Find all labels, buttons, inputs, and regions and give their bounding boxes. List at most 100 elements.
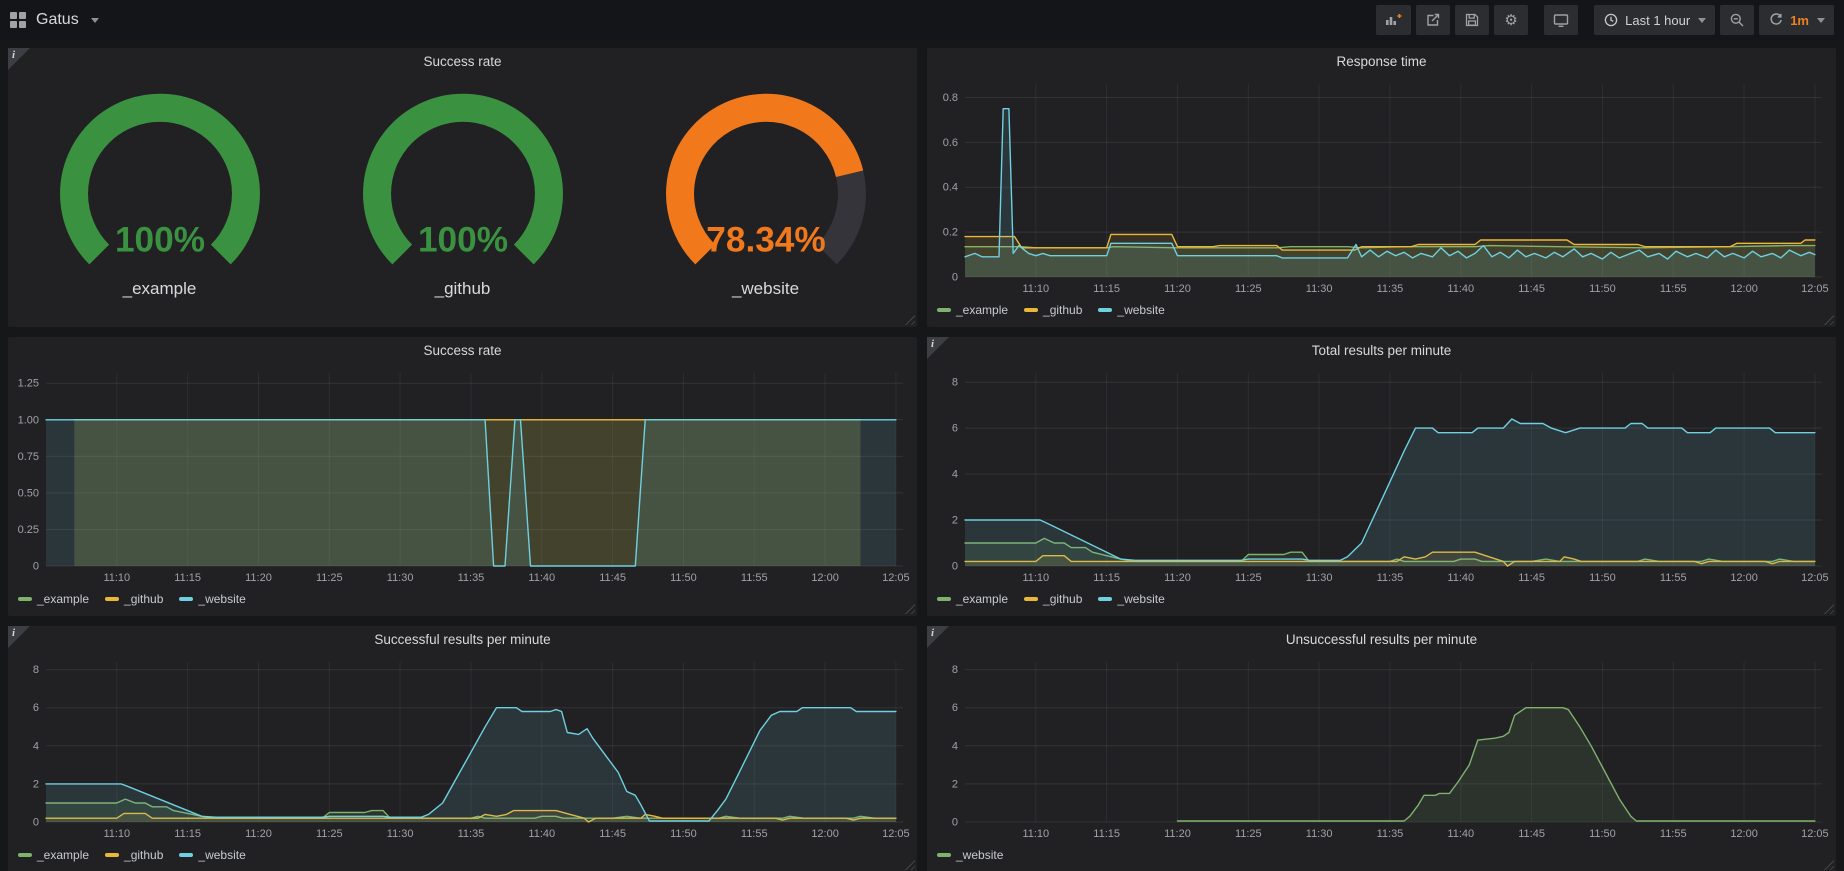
refresh-interval-label: 1m: [1790, 13, 1809, 28]
y-tick-label: 0.25: [18, 524, 39, 536]
x-tick-label: 11:40: [1447, 283, 1474, 295]
legend-item-website[interactable]: _website: [1098, 592, 1164, 606]
panel-success-rate-gauges: i Success rate 100%_example100%_github78…: [8, 48, 917, 327]
y-tick-label: 1.25: [18, 378, 39, 390]
chart-area[interactable]: 11:1011:1511:2011:2511:3011:3511:4011:45…: [8, 365, 917, 588]
x-tick-label: 11:35: [458, 572, 485, 584]
chevron-down-icon[interactable]: [91, 18, 99, 23]
legend-swatch: [179, 853, 193, 857]
refresh-button[interactable]: 1m: [1759, 5, 1834, 35]
tv-monitor-icon: [1553, 12, 1569, 28]
time-range-label: Last 1 hour: [1625, 13, 1690, 28]
legend-item-github[interactable]: _github: [105, 848, 163, 862]
panel-title[interactable]: Unsuccessful results per minute: [927, 626, 1836, 654]
panel-title[interactable]: Success rate: [8, 337, 917, 365]
panel-success-rate: i Success rate 11:1011:1511:2011:2511:30…: [8, 337, 917, 616]
x-tick-label: 11:55: [1660, 283, 1687, 295]
gauge-arc: 100%: [318, 88, 608, 285]
chart-area[interactable]: 11:1011:1511:2011:2511:3011:3511:4011:45…: [927, 76, 1836, 299]
x-tick-label: 11:30: [1306, 572, 1333, 584]
clock-icon: [1603, 12, 1619, 28]
x-tick-label: 11:25: [1235, 283, 1262, 295]
y-tick-label: 0.75: [18, 451, 39, 463]
x-tick-label: 11:30: [387, 828, 414, 840]
y-tick-label: 0.2: [943, 227, 958, 239]
info-icon[interactable]: i: [8, 48, 30, 70]
info-icon[interactable]: i: [927, 626, 949, 648]
tv-mode-button[interactable]: [1544, 5, 1578, 35]
x-tick-label: 11:45: [1518, 828, 1545, 840]
x-tick-label: 11:35: [1377, 572, 1404, 584]
y-tick-label: 0: [33, 817, 39, 829]
legend-item-example[interactable]: _example: [937, 303, 1008, 317]
share-button[interactable]: [1416, 5, 1450, 35]
panel-title[interactable]: Success rate: [8, 48, 917, 76]
x-tick-label: 11:15: [174, 572, 201, 584]
apps-grid-icon[interactable]: [10, 12, 26, 28]
chart-area[interactable]: 11:1011:1511:2011:2511:3011:3511:4011:45…: [927, 365, 1836, 588]
legend-item-example[interactable]: _example: [937, 592, 1008, 606]
x-tick-label: 11:50: [1589, 828, 1616, 840]
gauge-value: 100%: [417, 221, 507, 260]
legend-swatch: [1024, 308, 1038, 312]
legend-label: _github: [124, 592, 163, 606]
gauge-arc: 78.34%: [621, 88, 911, 285]
x-tick-label: 11:40: [528, 572, 555, 584]
x-tick-label: 12:05: [1801, 572, 1829, 584]
legend-item-github[interactable]: _github: [1024, 303, 1082, 317]
x-tick-label: 11:50: [670, 572, 697, 584]
panel-title[interactable]: Successful results per minute: [8, 626, 917, 654]
legend: _example _github _website: [927, 299, 1836, 321]
x-tick-label: 12:00: [1730, 283, 1758, 295]
info-icon[interactable]: i: [927, 337, 949, 359]
legend-item-example[interactable]: _example: [18, 592, 89, 606]
y-tick-label: 4: [952, 469, 958, 481]
chart-area[interactable]: 11:1011:1511:2011:2511:3011:3511:4011:45…: [927, 654, 1836, 844]
x-tick-label: 12:00: [811, 572, 839, 584]
chart-svg: 11:1011:1511:2011:2511:3011:3511:4011:45…: [8, 365, 917, 588]
legend-item-website[interactable]: _website: [937, 848, 1003, 862]
legend-item-example[interactable]: _example: [18, 848, 89, 862]
y-tick-label: 0: [952, 817, 958, 829]
gauge-website: 78.34%_website: [621, 88, 911, 299]
resize-handle[interactable]: [905, 315, 915, 325]
panel-title[interactable]: Response time: [927, 48, 1836, 76]
x-tick-label: 11:30: [387, 572, 414, 584]
x-tick-label: 11:45: [1518, 572, 1545, 584]
x-tick-label: 12:05: [1801, 283, 1829, 295]
chart-area[interactable]: 11:1011:1511:2011:2511:3011:3511:4011:45…: [8, 654, 917, 844]
dashboard-title[interactable]: Gatus: [36, 11, 79, 29]
refresh-icon: [1768, 12, 1784, 28]
chart-svg: 11:1011:1511:2011:2511:3011:3511:4011:45…: [927, 654, 1836, 844]
y-tick-label: 8: [33, 664, 39, 676]
y-tick-label: 6: [952, 423, 958, 435]
legend: _example _github _website: [8, 844, 917, 866]
zoom-out-button[interactable]: [1720, 5, 1754, 35]
legend-item-website[interactable]: _website: [1098, 303, 1164, 317]
time-range-button[interactable]: Last 1 hour: [1594, 5, 1715, 35]
grafana-dashboard: Gatus: [0, 0, 1844, 871]
legend-swatch: [18, 597, 32, 601]
legend-item-github[interactable]: _github: [1024, 592, 1082, 606]
legend-label: _example: [37, 592, 89, 606]
save-button[interactable]: [1455, 5, 1489, 35]
legend-item-website[interactable]: _website: [179, 592, 245, 606]
x-tick-label: 11:20: [1164, 572, 1191, 584]
x-tick-label: 11:30: [1306, 283, 1333, 295]
settings-button[interactable]: ⚙: [1494, 5, 1528, 35]
add-panel-button[interactable]: [1376, 5, 1411, 35]
y-tick-label: 4: [952, 740, 958, 752]
series-area-website: [1178, 708, 1815, 822]
panel-title[interactable]: Total results per minute: [927, 337, 1836, 365]
gauge-github: 100%_github: [318, 88, 608, 299]
legend-swatch: [937, 853, 951, 857]
legend: _example _github _website: [927, 588, 1836, 610]
x-tick-label: 11:25: [316, 572, 343, 584]
y-tick-label: 0.4: [943, 182, 958, 194]
x-tick-label: 11:15: [1093, 283, 1120, 295]
legend-item-website[interactable]: _website: [179, 848, 245, 862]
gauge-arc: 100%: [15, 88, 305, 285]
info-icon[interactable]: i: [8, 626, 30, 648]
panel-response-time: i Response time 11:1011:1511:2011:2511:3…: [927, 48, 1836, 327]
legend-item-github[interactable]: _github: [105, 592, 163, 606]
